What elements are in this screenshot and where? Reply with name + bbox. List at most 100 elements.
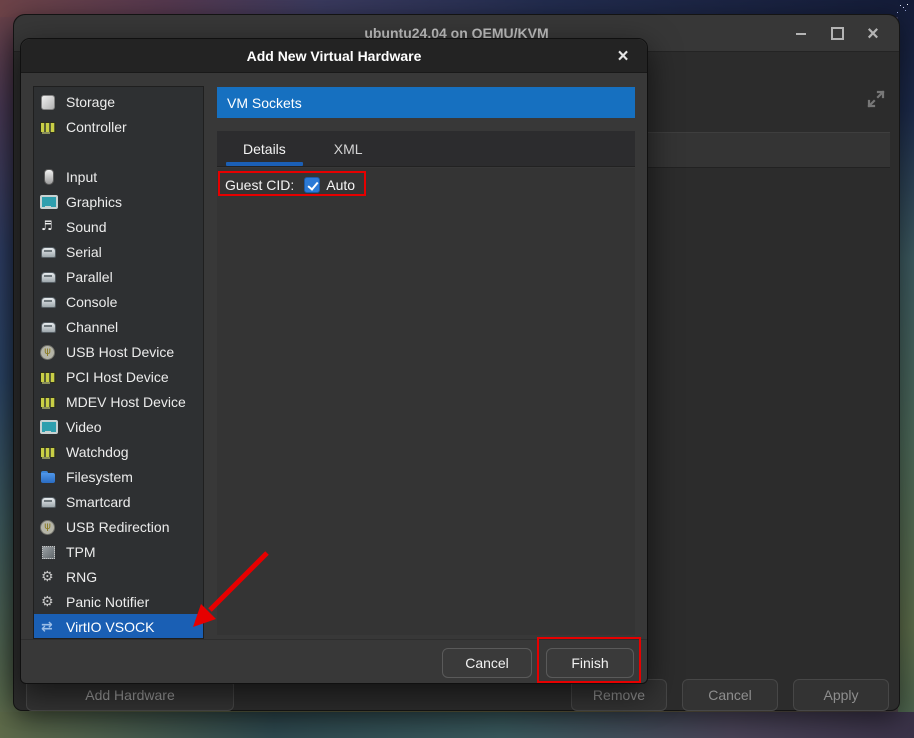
pci-card-icon [40,119,56,135]
monitor-icon [40,194,56,210]
finish-label: Finish [571,655,608,671]
serial-port-icon [40,294,56,310]
dialog-action-bar: Cancel Finish [21,639,647,685]
sidebar-item-label: Controller [66,119,127,135]
sidebar-item-label: Smartcard [66,494,131,510]
auto-checkbox[interactable] [304,177,320,193]
gear-icon [40,569,56,585]
remove-label: Remove [593,687,645,703]
sidebar-item-filesystem[interactable]: Filesystem [34,464,203,489]
sidebar-item-label: Graphics [66,194,122,210]
speaker-icon [40,219,56,235]
detail-tabs: Details XML [217,131,635,167]
sidebar-item-label: USB Host Device [66,344,174,360]
vm-details-row [614,132,890,168]
wallpaper-bottom-strip [0,712,914,738]
maximize-icon[interactable] [819,21,855,47]
chip-icon [40,544,56,560]
sidebar-item-label: Serial [66,244,102,260]
sidebar-item-video[interactable]: Video [34,414,203,439]
sidebar-item-label: USB Redirection [66,519,170,535]
sidebar-item-label: VirtIO VSOCK [66,619,154,635]
pci-card-icon [40,394,56,410]
sidebar-item-pci-host-device[interactable]: PCI Host Device [34,364,203,389]
sidebar-item-label: Storage [66,94,115,110]
sidebar-item-tpm[interactable]: TPM [34,539,203,564]
tab-xml-label: XML [334,141,363,157]
sidebar-item-label: Input [66,169,97,185]
hardware-detail-panel: VM Sockets Details XML Guest CID: Auto [217,87,635,635]
add-hardware-dialog: Add New Virtual Hardware Storage Control… [20,38,648,684]
sidebar-item-rng[interactable]: RNG [34,564,203,589]
apply-label: Apply [823,687,858,703]
gear-icon [40,594,56,610]
serial-port-icon [40,494,56,510]
folder-icon [40,469,56,485]
finish-button[interactable]: Finish [546,648,634,678]
sidebar-item-usb-redirection[interactable]: USB Redirection [34,514,203,539]
apply-button[interactable]: Apply [793,679,889,711]
sidebar-item-label: Channel [66,319,118,335]
serial-port-icon [40,269,56,285]
fullscreen-expand-icon[interactable] [864,87,888,111]
sidebar-item-label: Video [66,419,102,435]
tab-details-label: Details [243,141,286,157]
sidebar-item-controller[interactable]: Controller [34,114,203,139]
sidebar-item-label: RNG [66,569,97,585]
swap-arrows-icon [40,619,56,635]
sidebar-item-label: PCI Host Device [66,369,169,385]
cancel-button[interactable]: Cancel [442,648,532,678]
sidebar-item-graphics[interactable]: Graphics [34,189,203,214]
panel-header: VM Sockets [217,87,635,118]
sidebar-item-label: Filesystem [66,469,133,485]
sidebar-item-label: Parallel [66,269,113,285]
monitor-icon [40,419,56,435]
minimize-icon[interactable] [783,21,819,47]
add-hardware-label: Add Hardware [85,687,175,703]
sidebar-item-virtio-vsock[interactable]: VirtIO VSOCK [34,614,203,639]
serial-port-icon [40,244,56,260]
vm-cancel-label: Cancel [708,687,752,703]
cancel-label: Cancel [465,655,509,671]
auto-checkbox-label[interactable]: Auto [326,177,355,193]
sidebar-item-sound[interactable]: Sound [34,214,203,239]
usb-icon [40,519,56,535]
sidebar-item-label: MDEV Host Device [66,394,186,410]
wallpaper-right-strip [898,0,914,738]
dialog-title: Add New Virtual Hardware [247,48,422,64]
sidebar-item-console[interactable]: Console [34,289,203,314]
sidebar-item-usb-host-device[interactable]: USB Host Device [34,339,203,364]
sidebar-item-channel[interactable]: Channel [34,314,203,339]
disk-icon [40,94,56,110]
sidebar-item-input[interactable]: Input [34,164,203,189]
hardware-type-list: Storage Controller Input Graphics Sound … [33,86,204,639]
sidebar-item-panic-notifier[interactable]: Panic Notifier [34,589,203,614]
sidebar-item-smartcard[interactable]: Smartcard [34,489,203,514]
sidebar-item-storage[interactable]: Storage [34,89,203,114]
dialog-titlebar[interactable]: Add New Virtual Hardware [21,39,647,73]
sidebar-item-label: Panic Notifier [66,594,149,610]
serial-port-icon [40,319,56,335]
close-icon[interactable] [855,21,891,47]
panel-header-label: VM Sockets [227,95,302,111]
usb-icon [40,344,56,360]
sidebar-item-parallel[interactable]: Parallel [34,264,203,289]
sidebar-item-watchdog[interactable]: Watchdog [34,439,203,464]
vm-cancel-button[interactable]: Cancel [682,679,778,711]
sidebar-item-label: Console [66,294,117,310]
sidebar-item-label: Watchdog [66,444,129,460]
dialog-close-icon[interactable] [609,39,637,73]
tab-xml[interactable]: XML [310,131,387,166]
guest-cid-row: Guest CID: Auto [225,174,355,196]
sidebar-item-mdev-host-device[interactable]: MDEV Host Device [34,389,203,414]
sidebar-spacer [34,139,203,164]
wallpaper-stars [907,4,908,5]
pci-card-icon [40,444,56,460]
details-tab-content: Guest CID: Auto [217,168,635,635]
sidebar-item-label: Sound [66,219,106,235]
mouse-icon [40,169,56,185]
tab-details[interactable]: Details [219,131,310,166]
pci-card-icon [40,369,56,385]
sidebar-item-serial[interactable]: Serial [34,239,203,264]
guest-cid-label: Guest CID: [225,177,294,193]
